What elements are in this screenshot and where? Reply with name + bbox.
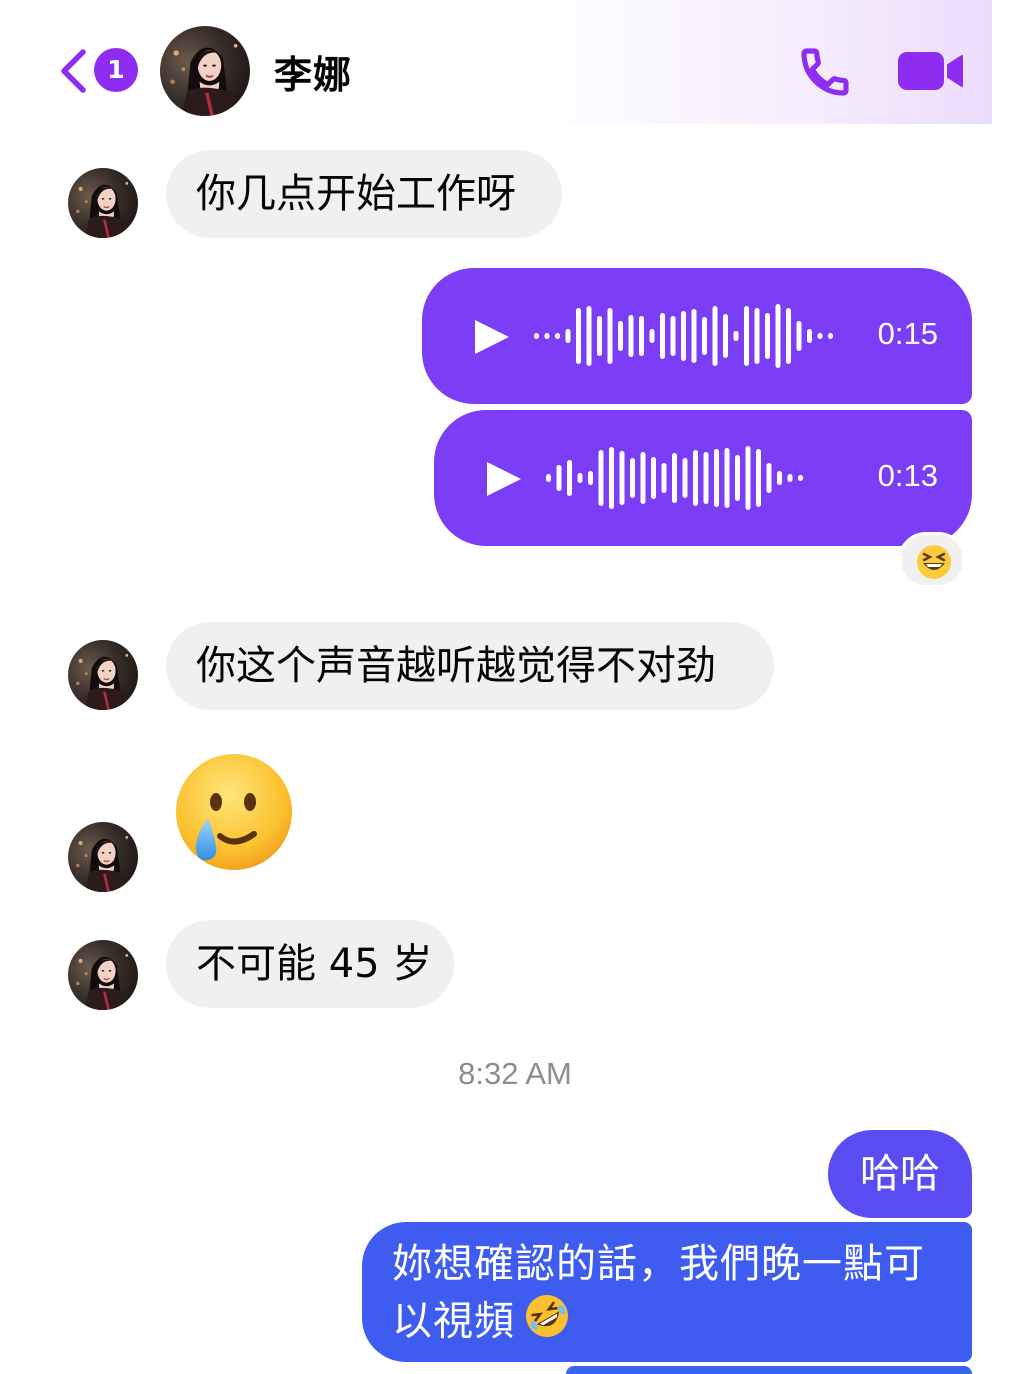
waveform-bar	[807, 329, 812, 343]
waveform-bar	[588, 471, 593, 485]
waveform-bar	[565, 329, 571, 343]
audio-waveform[interactable]	[532, 298, 852, 374]
emoji-message[interactable]	[172, 754, 296, 878]
waveform-bar	[724, 448, 730, 508]
voice-message-1[interactable]: 0:15	[422, 268, 972, 404]
waveform-bar	[640, 452, 646, 504]
waveform-bar	[672, 453, 677, 503]
waveform-bar	[765, 313, 770, 359]
waveform-bar	[766, 463, 772, 493]
waveform-bar	[714, 449, 719, 507]
waveform-bar	[754, 308, 760, 364]
video-camera-icon	[898, 52, 963, 90]
waveform-bar	[828, 333, 833, 339]
waveform-bar	[682, 458, 688, 498]
outgoing-message-text: 妳想確認的話，我們晚一點可以視頻	[392, 1241, 925, 1345]
waveform-bar	[586, 306, 592, 366]
waveform-bar	[796, 321, 802, 351]
waveform-bar	[546, 474, 551, 482]
waveform-bar	[712, 306, 718, 366]
message-reaction[interactable]	[898, 532, 966, 588]
waveform-bar	[798, 475, 803, 481]
waveform-bar	[691, 309, 697, 363]
smiling-face-with-tear-icon	[176, 754, 292, 870]
sender-avatar[interactable]	[68, 822, 138, 892]
incoming-message[interactable]: 你这个声音越听越觉得不对劲	[166, 622, 774, 710]
voice-duration: 0:15	[877, 316, 938, 351]
waveform-bar	[630, 458, 635, 498]
waveform-bar	[567, 460, 572, 496]
waveform-bar	[735, 455, 740, 501]
sender-avatar[interactable]	[68, 640, 138, 710]
waveform-bar	[786, 308, 791, 364]
waveform-bar	[660, 313, 665, 359]
waveform-bar	[787, 474, 793, 482]
waveform-bar	[639, 316, 644, 356]
rolling-on-the-floor-laughing-icon	[523, 1292, 571, 1355]
waveform-bar	[609, 447, 614, 509]
chevron-left-icon	[61, 49, 86, 93]
audio-waveform[interactable]	[544, 440, 854, 516]
waveform-bar	[744, 306, 749, 366]
waveform-bar	[544, 333, 550, 339]
outgoing-message[interactable]: 哈哈	[828, 1130, 972, 1218]
play-icon[interactable]	[484, 460, 524, 498]
waveform-bar	[576, 308, 581, 364]
waveform-bar	[670, 316, 676, 356]
waveform-bar	[619, 451, 625, 505]
contact-avatar[interactable]	[160, 26, 250, 116]
play-icon[interactable]	[472, 318, 512, 356]
incoming-message[interactable]: 不可能 45 岁	[166, 920, 454, 1008]
waveform-bar	[775, 304, 781, 368]
chat-header: 1 李娜	[0, 0, 992, 124]
waveform-bar	[817, 333, 823, 339]
contact-name[interactable]: 李娜	[274, 44, 352, 99]
waveform-bar	[702, 317, 707, 355]
waveform-bar	[745, 446, 751, 510]
sender-avatar[interactable]	[68, 940, 138, 1010]
waveform-bar	[649, 329, 655, 343]
voice-duration: 0:13	[877, 458, 938, 493]
waveform-bar	[597, 316, 602, 356]
voice-message-2[interactable]: 0:13	[434, 410, 972, 546]
waveform-bar	[556, 465, 562, 491]
waveform-bar	[598, 450, 604, 506]
waveform-bar	[577, 473, 583, 483]
back-button[interactable]: 1	[58, 44, 142, 96]
waveform-bar	[733, 331, 739, 341]
waveform-bar	[651, 457, 656, 499]
waveform-bar	[534, 333, 539, 339]
message-timestamp: 8:32 AM	[458, 1056, 572, 1091]
incoming-message[interactable]: 你几点开始工作呀	[166, 150, 562, 238]
outgoing-message-partial[interactable]	[566, 1366, 972, 1374]
waveform-bar	[703, 452, 709, 504]
waveform-bar	[777, 471, 782, 485]
phone-icon	[801, 48, 849, 96]
waveform-bar	[555, 333, 560, 339]
waveform-bar	[723, 314, 728, 358]
waveform-bar	[681, 311, 686, 361]
waveform-bar	[756, 449, 761, 507]
waveform-bar	[661, 463, 667, 493]
grinning-squinting-face-icon	[917, 545, 951, 579]
outgoing-message[interactable]: 妳想確認的話，我們晚一點可以視頻	[362, 1222, 972, 1362]
unread-badge: 1	[94, 48, 138, 92]
video-call-button[interactable]	[896, 48, 966, 94]
waveform-bar	[693, 450, 698, 506]
waveform-bar	[618, 321, 623, 351]
voice-call-button[interactable]	[796, 44, 854, 100]
waveform-bar	[607, 308, 613, 364]
waveform-bar	[628, 315, 634, 357]
sender-avatar[interactable]	[68, 168, 138, 238]
